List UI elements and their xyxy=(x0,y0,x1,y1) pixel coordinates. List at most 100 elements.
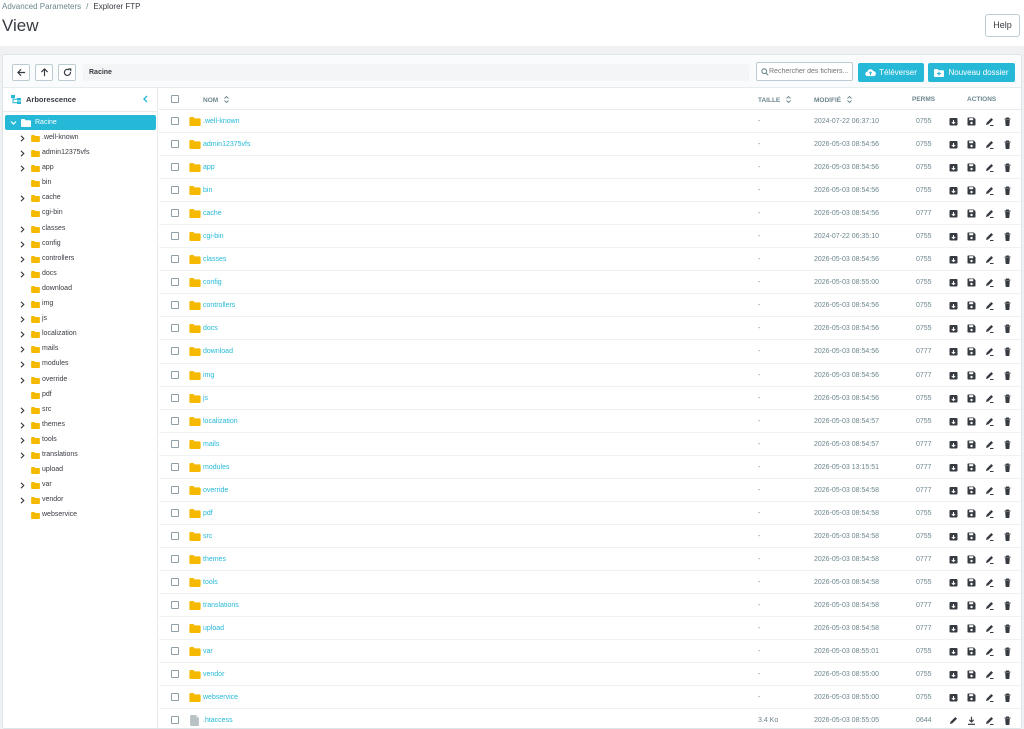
chevron-right-icon[interactable] xyxy=(20,361,25,369)
table-row[interactable]: modules - 2026-05-03 13:15:51 0777 xyxy=(159,456,1021,479)
table-row[interactable]: .htaccess 3.4 Ko 2026-05-03 08:55:05 0644 xyxy=(159,709,1021,728)
delete-icon[interactable] xyxy=(1003,371,1012,380)
tree-item[interactable]: docs xyxy=(3,267,157,282)
row-checkbox[interactable] xyxy=(171,600,179,609)
row-checkbox[interactable] xyxy=(171,347,179,356)
save-icon[interactable] xyxy=(967,647,976,656)
row-checkbox[interactable] xyxy=(171,232,179,241)
archive-icon[interactable] xyxy=(949,209,958,218)
chevron-right-icon[interactable] xyxy=(20,256,25,263)
table-row[interactable]: pdf - 2026-05-03 08:54:58 0755 xyxy=(159,502,1021,525)
rename-icon[interactable] xyxy=(985,463,994,472)
table-row[interactable]: mails - 2026-05-03 08:54:57 0777 xyxy=(159,433,1021,456)
archive-icon[interactable] xyxy=(949,601,958,610)
tree-item[interactable]: upload xyxy=(3,463,157,478)
new-folder-button[interactable]: Nouveau dossier xyxy=(928,63,1015,82)
table-row[interactable]: app - 2026-05-03 08:54:56 0755 xyxy=(159,156,1021,180)
tree-item[interactable]: translations xyxy=(3,448,157,463)
rename-icon[interactable] xyxy=(985,324,994,334)
row-name[interactable]: admin12375vfs xyxy=(203,141,250,148)
archive-icon[interactable] xyxy=(949,255,958,264)
select-all-checkbox[interactable] xyxy=(171,95,179,103)
delete-icon[interactable] xyxy=(1003,555,1012,564)
table-row[interactable]: admin12375vfs - 2026-05-03 08:54:56 0755 xyxy=(159,133,1021,157)
delete-icon[interactable] xyxy=(1003,347,1012,357)
archive-icon[interactable] xyxy=(949,509,958,518)
tree-item[interactable]: webservice xyxy=(3,508,157,523)
row-name[interactable]: upload xyxy=(203,625,224,632)
tree-item[interactable]: img xyxy=(3,297,157,312)
header-modified[interactable]: MODIFIÉ xyxy=(814,95,852,104)
rename-icon[interactable] xyxy=(985,647,994,657)
tree-item[interactable]: vendor xyxy=(3,493,157,508)
delete-icon[interactable] xyxy=(1003,301,1012,311)
row-checkbox[interactable] xyxy=(171,324,179,333)
table-row[interactable]: .well-known - 2024-07-22 06:37:10 0755 xyxy=(159,110,1021,134)
table-row[interactable]: download - 2026-05-03 08:54:56 0777 xyxy=(159,340,1021,364)
delete-icon[interactable] xyxy=(1003,324,1012,334)
save-icon[interactable] xyxy=(967,624,976,633)
row-name[interactable]: webservice xyxy=(203,694,238,701)
row-checkbox[interactable] xyxy=(171,485,179,494)
table-row[interactable]: override - 2026-05-03 08:54:58 0777 xyxy=(159,479,1021,502)
row-checkbox[interactable] xyxy=(171,670,179,679)
delete-icon[interactable] xyxy=(1003,140,1012,150)
tree-item[interactable]: controllers xyxy=(3,252,157,267)
rename-icon[interactable] xyxy=(985,578,994,587)
row-name[interactable]: app xyxy=(203,164,215,171)
row-name[interactable]: modules xyxy=(203,464,229,471)
up-button[interactable] xyxy=(35,64,53,81)
tree-item[interactable]: cgi-bin xyxy=(3,206,157,221)
delete-icon[interactable] xyxy=(1003,578,1012,587)
row-checkbox[interactable] xyxy=(171,163,179,172)
delete-icon[interactable] xyxy=(1003,163,1012,173)
archive-icon[interactable] xyxy=(949,670,958,679)
tree-root-item[interactable]: Racine xyxy=(5,115,156,130)
row-name[interactable]: .well-known xyxy=(203,118,240,125)
header-name[interactable]: NOM xyxy=(203,95,229,104)
archive-icon[interactable] xyxy=(949,440,958,449)
tree-item[interactable]: mails xyxy=(3,342,157,357)
row-name[interactable]: cgi-bin xyxy=(203,233,224,240)
chevron-right-icon[interactable] xyxy=(20,346,25,353)
delete-icon[interactable] xyxy=(1003,278,1012,288)
archive-icon[interactable] xyxy=(949,394,958,403)
row-checkbox[interactable] xyxy=(171,301,179,310)
archive-icon[interactable] xyxy=(949,163,958,172)
delete-icon[interactable] xyxy=(1003,417,1012,426)
chevron-right-icon[interactable] xyxy=(20,301,25,308)
row-name[interactable]: var xyxy=(203,648,213,655)
upload-button[interactable]: Téléverser xyxy=(858,63,924,82)
delete-icon[interactable] xyxy=(1003,232,1012,242)
table-row[interactable]: localization - 2026-05-03 08:54:57 0755 xyxy=(159,410,1021,433)
delete-icon[interactable] xyxy=(1003,186,1012,196)
row-name[interactable]: .htaccess xyxy=(203,717,233,724)
row-checkbox[interactable] xyxy=(171,209,179,218)
tree-item[interactable]: var xyxy=(3,478,157,493)
archive-icon[interactable] xyxy=(949,186,958,195)
row-name[interactable]: vendor xyxy=(203,671,224,678)
table-row[interactable]: classes - 2026-05-03 08:54:56 0755 xyxy=(159,248,1021,272)
save-icon[interactable] xyxy=(967,255,976,264)
save-icon[interactable] xyxy=(967,324,976,333)
archive-icon[interactable] xyxy=(949,578,958,587)
row-checkbox[interactable] xyxy=(171,255,179,264)
delete-icon[interactable] xyxy=(1003,693,1012,703)
archive-icon[interactable] xyxy=(949,301,958,310)
tree-item[interactable]: cache xyxy=(3,191,157,206)
tree-item[interactable]: tools xyxy=(3,433,157,448)
row-name[interactable]: bin xyxy=(203,187,212,194)
tree-item[interactable]: localization xyxy=(3,327,157,342)
rename-icon[interactable] xyxy=(985,716,994,726)
row-name[interactable]: translations xyxy=(203,602,239,609)
archive-icon[interactable] xyxy=(949,232,958,241)
row-checkbox[interactable] xyxy=(171,186,179,195)
table-row[interactable]: controllers - 2026-05-03 08:54:56 0755 xyxy=(159,294,1021,318)
row-name[interactable]: override xyxy=(203,487,228,494)
tree-item[interactable]: override xyxy=(3,373,157,388)
rename-icon[interactable] xyxy=(985,232,994,242)
rename-icon[interactable] xyxy=(985,140,994,150)
row-name[interactable]: controllers xyxy=(203,302,235,309)
archive-icon[interactable] xyxy=(949,532,958,541)
row-name[interactable]: themes xyxy=(203,556,226,563)
